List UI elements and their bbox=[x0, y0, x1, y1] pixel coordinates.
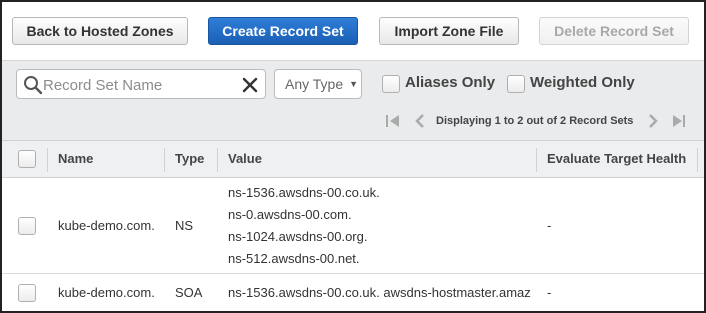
record-name: kube-demo.com. bbox=[58, 285, 155, 300]
aliases-only-label: Aliases Only bbox=[405, 74, 496, 91]
search-input[interactable] bbox=[43, 74, 233, 96]
previous-page-icon[interactable] bbox=[412, 113, 430, 129]
last-page-icon[interactable] bbox=[670, 113, 688, 129]
table-header: Name Type Value Evaluate Target Health bbox=[2, 140, 704, 178]
weighted-only-checkbox[interactable] bbox=[507, 75, 525, 93]
record-values: ns-1536.awsdns-00.co.uk. ns-0.awsdns-00.… bbox=[228, 182, 380, 270]
evaluate-target-health: - bbox=[547, 285, 552, 300]
chevron-down-icon: ▼ bbox=[349, 79, 359, 89]
record-type: NS bbox=[175, 218, 194, 233]
weighted-only-label: Weighted Only bbox=[530, 74, 635, 91]
column-header-evaluate-target-health[interactable]: Evaluate Target Health bbox=[547, 151, 686, 166]
record-value: ns-1536.awsdns-00.co.uk. awsdns-hostmast… bbox=[228, 285, 531, 300]
table-row[interactable]: kube-demo.com. SOA ns-1536.awsdns-00.co.… bbox=[2, 274, 704, 311]
import-zone-file-button[interactable]: Import Zone File bbox=[379, 17, 519, 45]
column-divider bbox=[164, 148, 165, 172]
table-row[interactable]: kube-demo.com. NS ns-1536.awsdns-00.co.u… bbox=[2, 178, 704, 274]
column-divider bbox=[217, 148, 218, 172]
record-type-value: Any Type bbox=[285, 76, 344, 92]
column-header-type[interactable]: Type bbox=[175, 151, 204, 166]
select-all-checkbox[interactable] bbox=[18, 150, 36, 168]
first-page-icon[interactable] bbox=[384, 113, 402, 129]
column-divider bbox=[47, 148, 48, 172]
row-checkbox[interactable] bbox=[18, 284, 36, 302]
record-value-line: ns-1024.awsdns-00.org. bbox=[228, 229, 368, 244]
record-name: kube-demo.com. bbox=[58, 218, 155, 233]
next-page-icon[interactable] bbox=[644, 113, 662, 129]
create-record-set-button[interactable]: Create Record Set bbox=[208, 17, 358, 45]
column-divider bbox=[536, 148, 537, 172]
back-to-hosted-zones-button[interactable]: Back to Hosted Zones bbox=[12, 17, 188, 45]
delete-record-set-button[interactable]: Delete Record Set bbox=[539, 17, 689, 45]
aliases-only-checkbox[interactable] bbox=[382, 75, 400, 93]
column-header-value[interactable]: Value bbox=[228, 151, 262, 166]
record-type-select[interactable]: Any Type ▼ bbox=[274, 69, 362, 99]
record-value-line: ns-0.awsdns-00.com. bbox=[228, 207, 352, 222]
record-value-line: ns-1536.awsdns-00.co.uk. bbox=[228, 185, 380, 200]
record-sets-panel: Back to Hosted Zones Create Record Set I… bbox=[0, 0, 706, 313]
record-value-line: ns-512.awsdns-00.net. bbox=[228, 251, 360, 266]
evaluate-target-health: - bbox=[547, 218, 552, 233]
record-type: SOA bbox=[175, 285, 203, 300]
row-checkbox[interactable] bbox=[18, 217, 36, 235]
pagination-text: Displaying 1 to 2 out of 2 Record Sets bbox=[436, 115, 634, 127]
column-header-name[interactable]: Name bbox=[58, 151, 93, 166]
clear-search-icon[interactable] bbox=[239, 74, 261, 96]
search-icon bbox=[24, 76, 43, 95]
filter-bar: Any Type ▼ Aliases Only Weighted Only Di… bbox=[2, 60, 704, 140]
column-divider bbox=[697, 148, 698, 172]
search-box bbox=[16, 69, 266, 99]
toolbar: Back to Hosted Zones Create Record Set I… bbox=[2, 2, 704, 60]
